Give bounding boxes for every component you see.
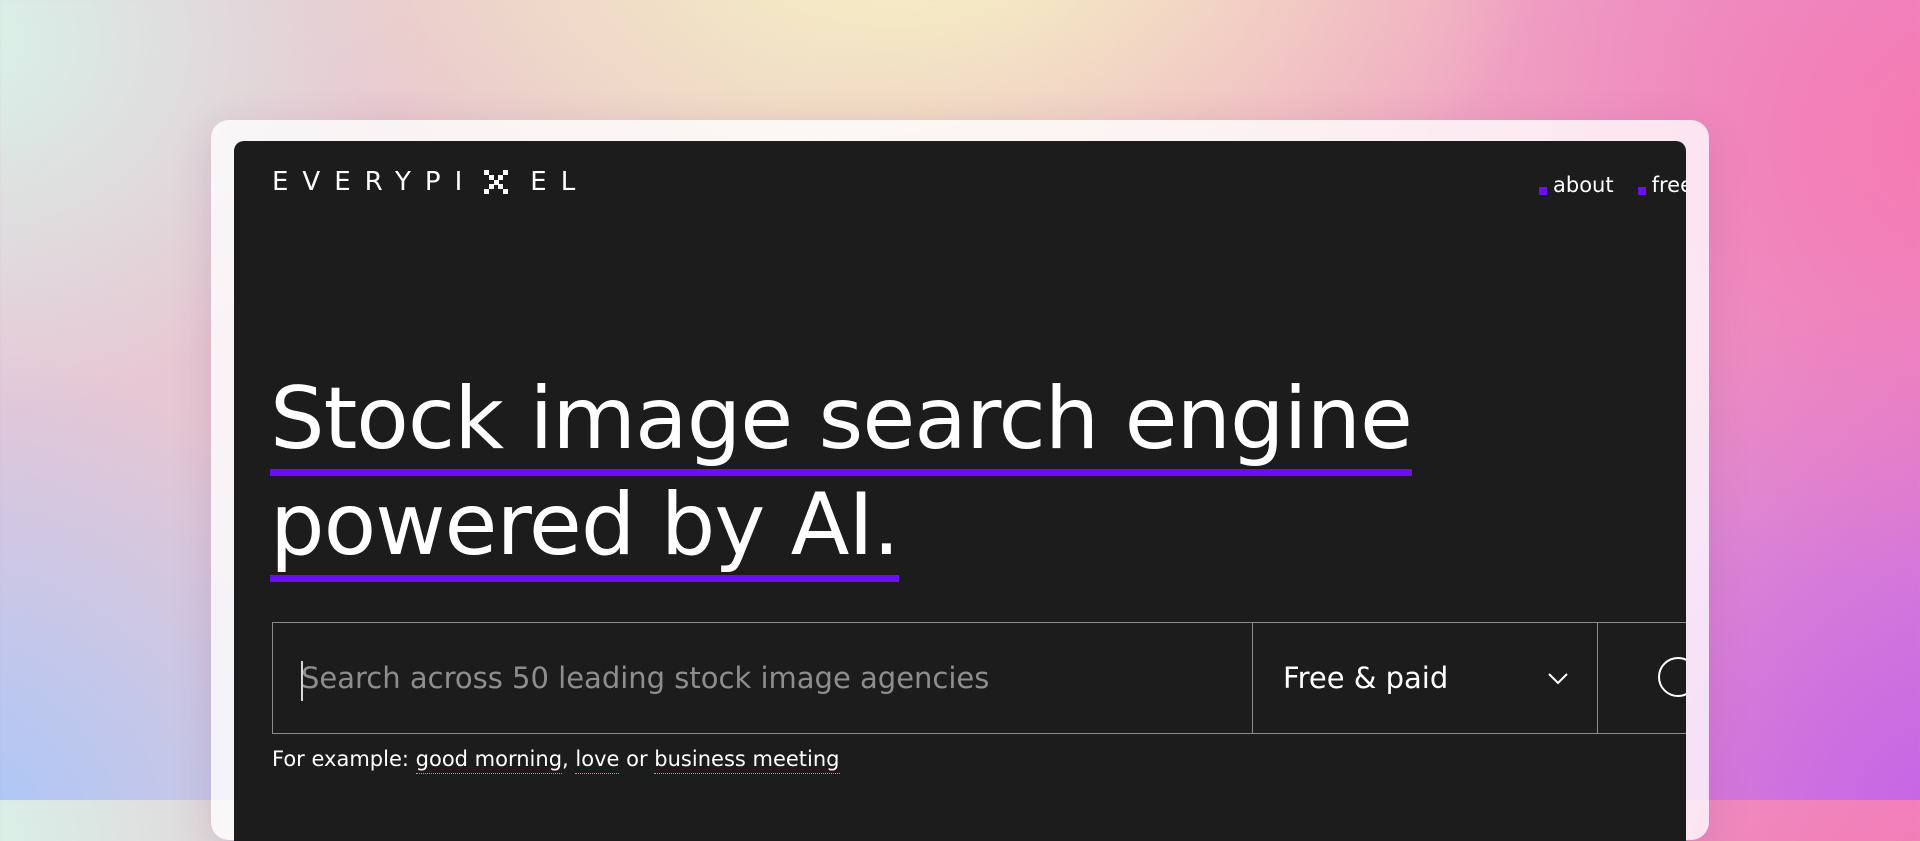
- chevron-down-icon: [1548, 673, 1568, 685]
- top-nav: about free: [1539, 173, 1686, 197]
- examples-separator-comma: ,: [562, 747, 569, 771]
- example-link-business-meeting[interactable]: business meeting: [654, 747, 840, 774]
- browser-screen: EVERYPI EL about free Stock image search…: [234, 141, 1686, 841]
- examples-prefix: For example:: [272, 747, 409, 771]
- everypixel-logo[interactable]: EVERYPI EL: [272, 167, 589, 197]
- search-input[interactable]: [273, 623, 1252, 733]
- logo-text-start: EVERYPI: [272, 167, 477, 197]
- hero-headline: Stock image search engine powered by AI.: [270, 366, 1413, 582]
- pixel-x-icon: [484, 170, 509, 194]
- text-caret: [301, 661, 303, 701]
- nav-about-label: about: [1553, 173, 1614, 197]
- nav-free-link[interactable]: free: [1637, 173, 1686, 197]
- nav-dot-icon: [1637, 187, 1646, 195]
- search-bar: Free & paid: [272, 622, 1686, 734]
- search-examples: For example: good morning, love or busin…: [272, 747, 840, 774]
- search-icon: [1657, 657, 1686, 697]
- examples-separator-or: or: [626, 747, 648, 771]
- license-filter-value: Free & paid: [1283, 661, 1449, 695]
- nav-about-link[interactable]: about: [1539, 173, 1614, 197]
- hero-line-1: Stock image search engine: [270, 369, 1413, 476]
- example-link-love[interactable]: love: [575, 747, 620, 774]
- nav-dot-icon: [1539, 187, 1547, 195]
- hero-line-2: powered by AI.: [270, 475, 900, 582]
- license-filter-select[interactable]: Free & paid: [1252, 623, 1597, 733]
- example-link-good-morning[interactable]: good morning: [415, 747, 563, 774]
- search-field-wrap: [273, 623, 1252, 733]
- nav-free-label: free: [1651, 173, 1686, 197]
- logo-text-end: EL: [530, 167, 590, 197]
- search-button[interactable]: [1596, 623, 1686, 733]
